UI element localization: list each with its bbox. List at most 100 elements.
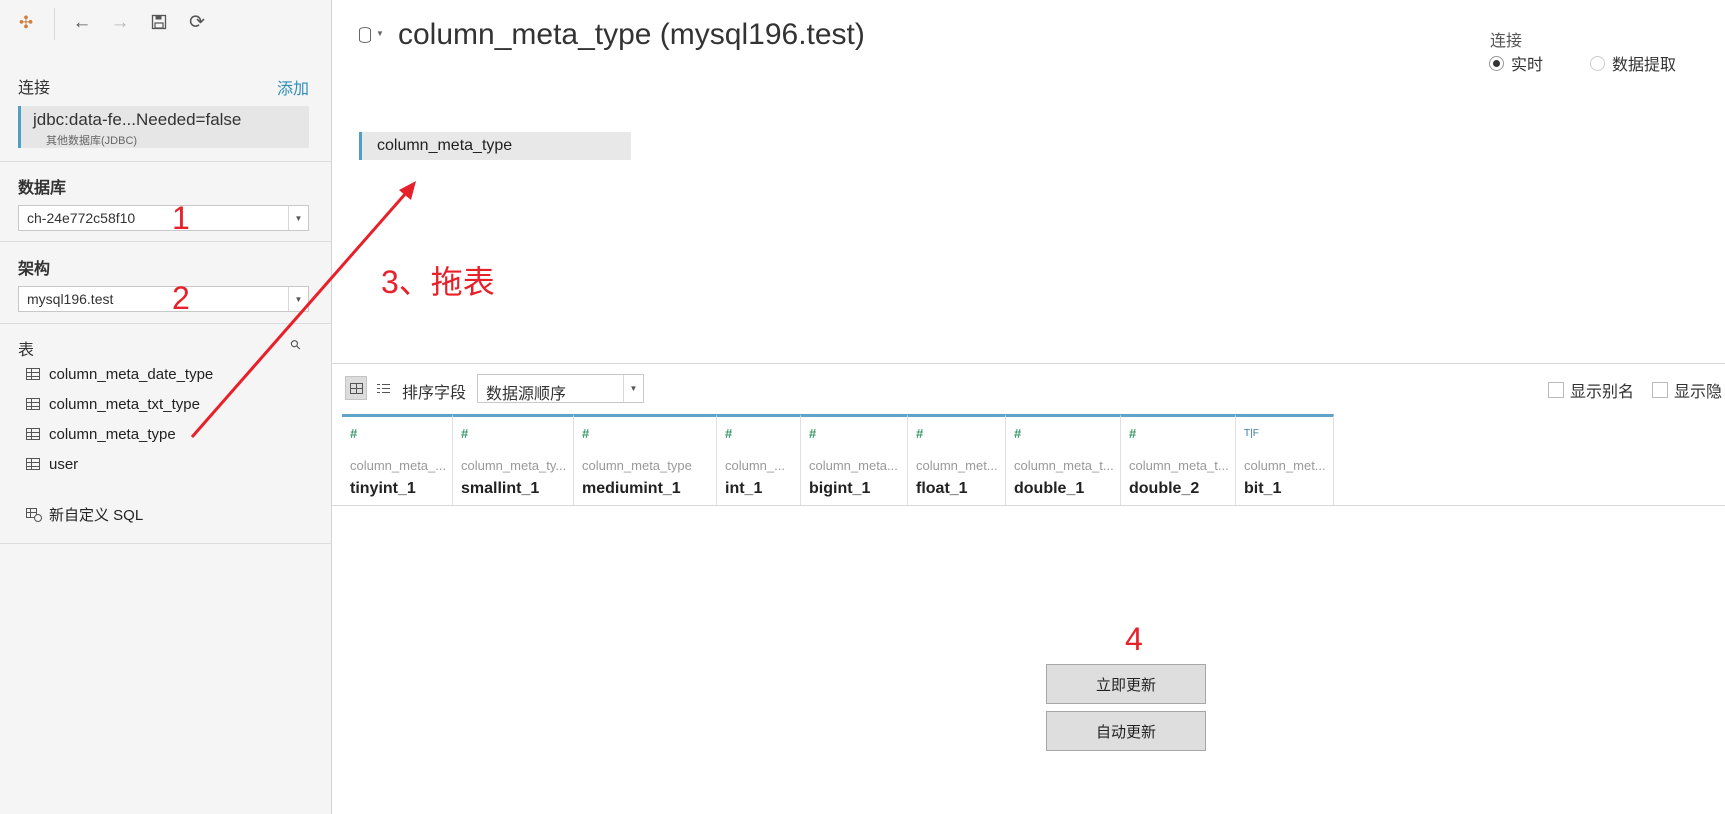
table-item-label: column_meta_date_type <box>49 365 214 383</box>
page-title[interactable]: column_meta_type (mysql196.test) <box>398 18 865 52</box>
column-source: column_meta... <box>809 458 898 473</box>
search-icon[interactable]: ⚲ <box>287 336 305 354</box>
chevron-down-icon: ▼ <box>288 206 308 230</box>
number-type-icon[interactable]: # <box>809 426 816 441</box>
connection-mode-label: 连接 <box>1490 33 1523 50</box>
connection-item[interactable]: jdbc:data-fe...Needed=false 其他数据库(JDBC) <box>18 106 309 148</box>
column-header[interactable]: # column_meta_type mediumint_1 <box>574 414 717 505</box>
auto-update-button[interactable]: 自动更新 <box>1046 711 1206 751</box>
data-source-sidebar: ✣ ← → ⟳ 连接 添加 jdbc:data-fe...Needed=fals… <box>0 0 332 814</box>
sort-order-value: 数据源顺序 <box>486 386 567 403</box>
database-heading: 数据库 <box>18 180 67 197</box>
boolean-type-icon[interactable]: T|F <box>1244 428 1259 439</box>
radio-button-icon <box>1489 55 1504 71</box>
show-hidden-checkbox[interactable]: 显示隐 <box>1652 378 1722 402</box>
schema-select[interactable]: mysql196.test ▼ <box>18 286 309 312</box>
column-source: column_meta_ty... <box>461 458 567 473</box>
canvas-table-label: column_meta_type <box>377 137 513 154</box>
canvas-table[interactable]: column_meta_type <box>359 132 631 160</box>
number-type-icon[interactable]: # <box>461 426 468 441</box>
new-custom-sql[interactable]: 新自定义 SQL <box>26 503 143 525</box>
sort-fields-label: 排序字段 <box>402 385 467 402</box>
toolbar: ✣ ← → ⟳ <box>0 0 332 44</box>
column-header[interactable]: # column_... int_1 <box>717 414 801 505</box>
custom-sql-icon <box>26 507 42 522</box>
column-header[interactable]: # column_meta_t... double_2 <box>1121 414 1236 505</box>
table-item[interactable]: column_meta_txt_type <box>26 393 200 415</box>
checkbox-icon <box>1652 382 1668 398</box>
connection-subtitle: 其他数据库(JDBC) <box>46 135 138 147</box>
column-name: bigint_1 <box>809 480 871 497</box>
annotation-step-1: 1 <box>172 200 190 236</box>
table-icon <box>26 398 40 410</box>
list-view-button[interactable] <box>372 376 394 400</box>
custom-sql-label: 新自定义 SQL <box>49 506 144 524</box>
table-icon <box>26 428 40 440</box>
column-header[interactable]: # column_met... float_1 <box>908 414 1006 505</box>
divider <box>0 323 332 324</box>
column-source: column_meta_type <box>582 458 692 473</box>
column-header[interactable]: # column_meta_ty... smallint_1 <box>453 414 574 505</box>
table-item[interactable]: user <box>26 453 78 475</box>
chevron-down-icon: ▼ <box>623 375 643 402</box>
add-connection-link[interactable]: 添加 <box>277 75 309 99</box>
chevron-down-icon: ▼ <box>288 287 308 311</box>
column-name: mediumint_1 <box>582 480 681 497</box>
schema-heading: 架构 <box>18 261 51 278</box>
table-item-label: column_meta_txt_type <box>49 395 200 413</box>
number-type-icon[interactable]: # <box>725 426 732 441</box>
list-view-icon <box>376 382 390 394</box>
column-header[interactable]: # column_meta_t... double_1 <box>1006 414 1121 505</box>
schema-select-value: mysql196.test <box>27 291 114 307</box>
forward-arrow-icon[interactable]: → <box>108 10 132 34</box>
column-source: column_meta_t... <box>1014 458 1114 473</box>
connections-heading: 连接 <box>18 80 51 97</box>
checkbox-icon <box>1548 382 1564 398</box>
database-select[interactable]: ch-24e772c58f10 ▼ <box>18 205 309 231</box>
show-alias-checkbox[interactable]: 显示别名 <box>1548 378 1634 402</box>
tableau-logo-icon[interactable]: ✣ <box>14 10 38 34</box>
radio-live[interactable]: 实时 <box>1489 51 1543 75</box>
radio-extract-label: 数据提取 <box>1612 57 1677 74</box>
database-select-value: ch-24e772c58f10 <box>27 210 136 226</box>
divider <box>0 543 332 544</box>
radio-extract[interactable]: 数据提取 <box>1590 51 1676 75</box>
refresh-icon[interactable]: ⟳ <box>185 10 209 34</box>
number-type-icon[interactable]: # <box>1014 426 1021 441</box>
table-item[interactable]: column_meta_type <box>26 423 176 445</box>
column-source: column_met... <box>916 458 998 473</box>
table-icon <box>26 458 40 470</box>
column-header[interactable]: # column_meta... bigint_1 <box>801 414 908 505</box>
column-source: column_met... <box>1244 458 1326 473</box>
column-header[interactable]: # column_meta_... tinyint_1 <box>342 414 453 505</box>
show-hidden-label: 显示隐 <box>1674 384 1723 401</box>
back-arrow-icon[interactable]: ← <box>70 10 94 34</box>
save-icon[interactable] <box>147 10 171 34</box>
number-type-icon[interactable]: # <box>350 426 357 441</box>
divider <box>0 241 332 242</box>
grid-view-button[interactable] <box>345 376 367 400</box>
table-item[interactable]: column_meta_date_type <box>26 363 213 385</box>
tables-heading: 表 <box>18 342 35 359</box>
show-alias-label: 显示别名 <box>1570 384 1635 401</box>
table-icon <box>26 368 40 380</box>
number-type-icon[interactable]: # <box>582 426 589 441</box>
chevron-down-icon[interactable]: ▼ <box>376 29 384 38</box>
radio-button-icon <box>1590 55 1605 71</box>
number-type-icon[interactable]: # <box>916 426 923 441</box>
column-name: smallint_1 <box>461 480 540 497</box>
connection-title: jdbc:data-fe...Needed=false <box>33 110 242 129</box>
sort-order-select[interactable]: 数据源顺序 ▼ <box>477 374 644 403</box>
radio-live-label: 实时 <box>1511 57 1544 74</box>
update-now-button[interactable]: 立即更新 <box>1046 664 1206 704</box>
database-icon[interactable] <box>359 27 371 43</box>
column-name: bit_1 <box>1244 480 1282 497</box>
divider <box>332 505 1725 506</box>
number-type-icon[interactable]: # <box>1129 426 1136 441</box>
column-name: double_1 <box>1014 480 1085 497</box>
column-header[interactable]: T|F column_met... bit_1 <box>1236 414 1334 505</box>
column-name: double_2 <box>1129 480 1200 497</box>
toolbar-divider <box>54 8 55 40</box>
column-source: column_meta_... <box>350 458 447 473</box>
annotation-step-2: 2 <box>172 280 190 316</box>
